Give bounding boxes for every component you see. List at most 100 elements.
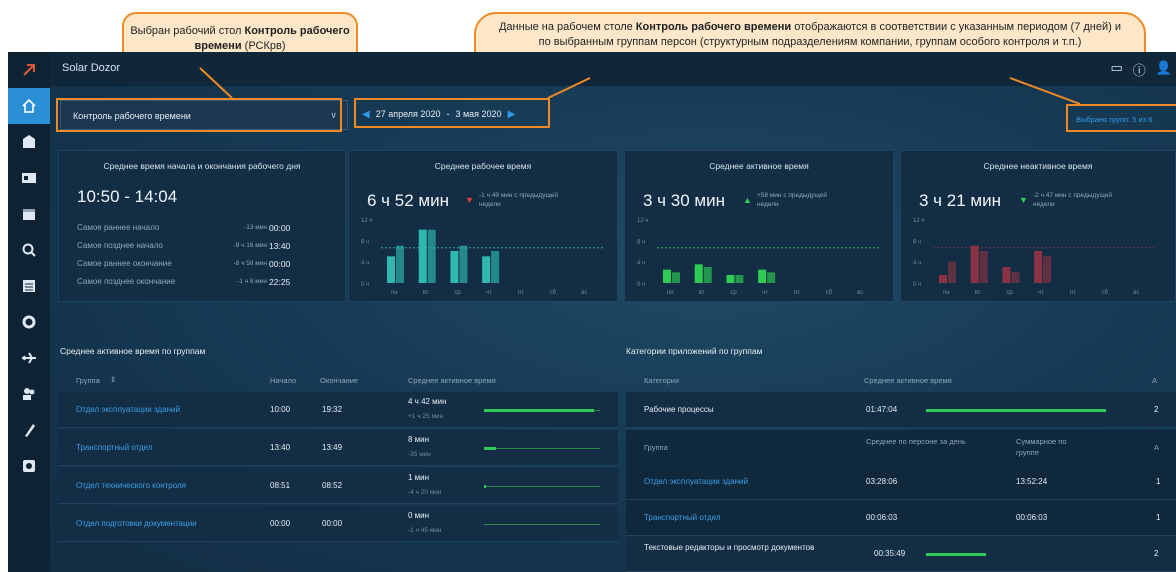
- card-inactive-delta: -2 ч 47 мин с предыдущей недели: [1033, 192, 1112, 208]
- table-row[interactable]: Отдел подготовки документации 00:00 00:00 0…: [58, 506, 618, 542]
- col-start[interactable]: Начало: [270, 376, 296, 385]
- stat-label: Самое раннее окончание: [77, 259, 172, 268]
- chart-day-label: ср: [730, 290, 737, 296]
- calendar-icon[interactable]: [8, 196, 50, 232]
- chart-day-label: вт: [975, 290, 981, 296]
- category-count: 2: [1154, 549, 1159, 558]
- chart-bar[interactable]: [694, 264, 703, 283]
- col-end[interactable]: Окончание: [320, 376, 358, 385]
- category-avg: 01:47:04: [866, 405, 898, 414]
- col-sub-count[interactable]: А: [1154, 443, 1159, 452]
- stat-label: Самое позднее окончание: [77, 277, 176, 286]
- plane-icon[interactable]: [8, 340, 50, 376]
- categories-header: Категория Среднее активное время А: [626, 368, 1176, 390]
- trend-down-icon: ▼: [465, 195, 474, 205]
- col-avg[interactable]: Среднее активное время: [408, 376, 496, 385]
- stat-row: Самое позднее окончание -1 ч 8 мин 22:25: [77, 277, 327, 287]
- col-sub-group[interactable]: Группа: [644, 443, 668, 452]
- col-category[interactable]: Категория: [644, 376, 679, 385]
- group-name-link[interactable]: Отдел технического контроля: [76, 481, 186, 490]
- col-group[interactable]: Группа: [76, 376, 100, 385]
- users-icon[interactable]: [8, 376, 50, 412]
- chart-bar[interactable]: [703, 267, 712, 283]
- group-name-link[interactable]: Отдел эксплуатации зданий: [76, 405, 180, 414]
- category-sub-row[interactable]: Транспортный отдел 00:06:03 00:06:03 1: [626, 500, 1176, 536]
- chart-day-label: сб: [1102, 290, 1109, 296]
- search-icon[interactable]: [8, 232, 50, 268]
- col-cat-count[interactable]: А: [1152, 376, 1157, 385]
- chart-day-label: ср: [1006, 290, 1013, 296]
- groups-header: Группа ⇕ Начало Окончание Среднее активно…: [58, 368, 618, 390]
- chart-day-label: вт: [699, 290, 705, 296]
- chart-bar[interactable]: [1043, 256, 1052, 283]
- chart-day-label: вт: [423, 290, 429, 296]
- chart-day-label: вс: [1133, 290, 1139, 296]
- chart-day-label: вс: [581, 290, 587, 296]
- chart-bar[interactable]: [418, 229, 427, 283]
- chart-bar[interactable]: [735, 275, 744, 283]
- list-icon[interactable]: [8, 268, 50, 304]
- category-row[interactable]: Рабочие процессы 01:47:04 2: [626, 392, 1176, 428]
- group-bar-track: [484, 524, 600, 525]
- chart-bar[interactable]: [948, 261, 956, 283]
- chart-bar[interactable]: [1002, 267, 1011, 283]
- stat-value: 13:40: [269, 241, 291, 251]
- group-name-link[interactable]: Отдел подготовки документации: [76, 519, 197, 528]
- col-total[interactable]: Суммарное по группе: [1016, 436, 1086, 458]
- chart-bar[interactable]: [491, 251, 500, 283]
- group-bar-track: [484, 448, 600, 449]
- group-end: 19:32: [322, 405, 343, 414]
- sub-group-name[interactable]: Отдел эксплуатации зданий: [644, 477, 748, 486]
- chart-day-label: вс: [857, 290, 863, 296]
- chart-bar[interactable]: [387, 256, 395, 283]
- chart-day-label: пн: [943, 290, 950, 296]
- table-row[interactable]: Отдел эксплуатации зданий 10:00 19:32 4 ч 4…: [58, 392, 618, 428]
- chart-day-label: сб: [826, 290, 833, 296]
- chart-bar[interactable]: [1034, 251, 1043, 283]
- chart-tick-label: 4 ч: [637, 261, 645, 267]
- chart-bar[interactable]: [459, 245, 468, 283]
- group-start: 10:00: [270, 405, 291, 414]
- sub-group-name[interactable]: Транспортный отдел: [644, 513, 721, 522]
- col-cat-avg[interactable]: Среднее активное время: [864, 376, 952, 385]
- category-sub-header: Группа Среднее по персоне за день Суммар…: [626, 430, 1176, 464]
- group-delta: +1 ч 25 мин: [408, 413, 444, 420]
- chart-bar[interactable]: [450, 251, 459, 283]
- gear-badge-icon[interactable]: [8, 304, 50, 340]
- chart-tick-label: 0 ч: [637, 282, 645, 288]
- chart-bar[interactable]: [767, 272, 776, 283]
- sub-total: 00:06:03: [1016, 513, 1048, 522]
- group-start: 00:00: [270, 519, 291, 528]
- group-avg: 0 мин: [408, 511, 430, 520]
- table-row[interactable]: Транспортный отдел 13:40 13:49 8 мин -35 мин: [58, 430, 618, 466]
- col-per-person[interactable]: Среднее по персоне за день: [866, 436, 966, 447]
- group-bar: [484, 485, 486, 488]
- chart-bar[interactable]: [758, 269, 767, 283]
- group-end: 00:00: [322, 519, 343, 528]
- chart-bar[interactable]: [1011, 272, 1020, 283]
- brush-icon[interactable]: [8, 412, 50, 448]
- category-row[interactable]: Текстовые редакторы и просмотр документо…: [626, 536, 1176, 572]
- card-working-delta: -1 ч 49 мин с предыдущей недели: [479, 192, 558, 208]
- group-name-link[interactable]: Транспортный отдел: [76, 443, 153, 452]
- chart-bar[interactable]: [979, 251, 988, 283]
- id-card-icon[interactable]: [8, 160, 50, 196]
- chart-bar[interactable]: [427, 229, 436, 283]
- settings-icon[interactable]: [8, 448, 50, 484]
- chart-tick-label: 12 ч: [637, 218, 648, 224]
- card-active-delta: +58 мин с предыдущей недели: [757, 192, 828, 208]
- sort-icon[interactable]: ⇕: [110, 375, 116, 384]
- chart-bar[interactable]: [939, 275, 947, 283]
- chart-bar[interactable]: [970, 245, 979, 283]
- chart-bar[interactable]: [663, 269, 671, 283]
- chart-bar[interactable]: [482, 256, 491, 283]
- table-row[interactable]: Отдел технического контроля 08:51 08:52 1 м…: [58, 468, 618, 504]
- chart-bar[interactable]: [726, 275, 735, 283]
- chart-bar[interactable]: [672, 272, 680, 283]
- chart-tick-label: 12 ч: [361, 218, 372, 224]
- category-sub-row[interactable]: Отдел эксплуатации зданий 03:28:06 13:52…: [626, 464, 1176, 500]
- trend-down-icon: ▼: [1019, 195, 1028, 205]
- chart-tick-label: 8 ч: [913, 239, 921, 245]
- chart-bar[interactable]: [396, 245, 404, 283]
- chart-tick-label: 4 ч: [361, 261, 369, 267]
